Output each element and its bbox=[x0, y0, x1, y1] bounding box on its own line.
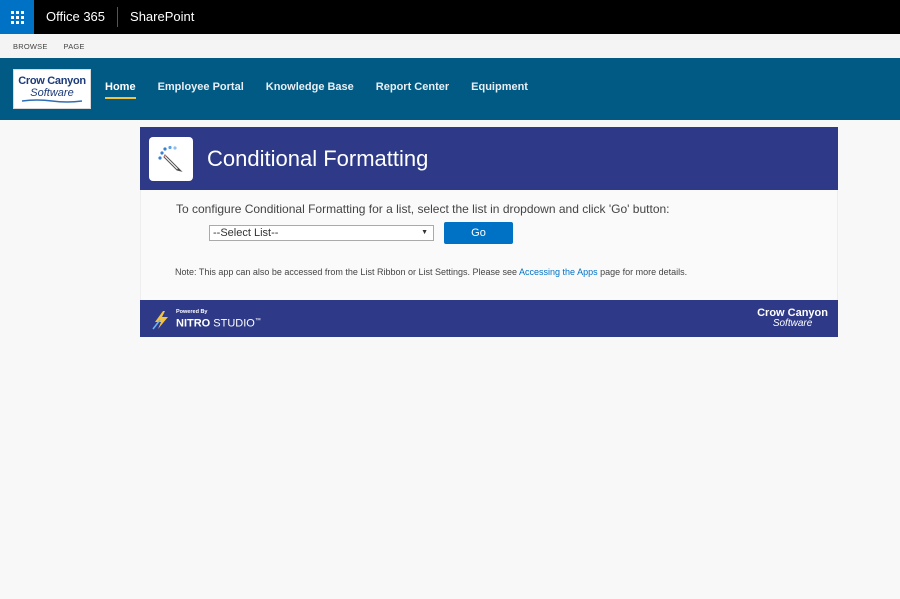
conditional-formatting-icon bbox=[149, 136, 193, 181]
waffle-icon bbox=[10, 10, 24, 24]
nav-home[interactable]: Home bbox=[105, 81, 136, 99]
list-select-dropdown[interactable]: --Select List-- ▼ bbox=[209, 225, 434, 241]
nav-employee-portal[interactable]: Employee Portal bbox=[158, 81, 244, 97]
nav-knowledge-base[interactable]: Knowledge Base bbox=[266, 81, 354, 97]
note-suffix: page for more details. bbox=[597, 267, 688, 277]
top-navigation-bar: Crow Canyon Software Home Employee Porta… bbox=[0, 58, 900, 120]
site-logo[interactable]: Crow Canyon Software bbox=[13, 69, 91, 109]
tab-browse[interactable]: BROWSE bbox=[13, 42, 48, 51]
nitro-bolt-icon bbox=[152, 310, 168, 330]
suite-bar: Office 365 SharePoint bbox=[0, 0, 900, 34]
footer-logo-line2: Software bbox=[772, 318, 813, 329]
app-panel: Conditional Formatting To configure Cond… bbox=[140, 127, 838, 337]
app-launcher-button[interactable] bbox=[0, 0, 34, 34]
nav-equipment[interactable]: Equipment bbox=[471, 81, 528, 97]
tab-page[interactable]: PAGE bbox=[64, 42, 85, 51]
accessing-apps-link[interactable]: Accessing the Apps bbox=[519, 267, 598, 277]
dropdown-arrow-icon: ▼ bbox=[421, 229, 428, 236]
logo-wave-icon bbox=[22, 99, 82, 103]
panel-body: To configure Conditional Formatting for … bbox=[140, 190, 838, 300]
panel-footer: Powered By NITRO STUDIO™ Crow Canyon Sof… bbox=[140, 300, 838, 337]
office365-link[interactable]: Office 365 bbox=[34, 7, 119, 27]
logo-line2: Software bbox=[30, 87, 74, 99]
note-prefix: Note: This app can also be accessed from… bbox=[175, 267, 520, 277]
select-value: --Select List-- bbox=[213, 227, 279, 239]
note-text: Note: This app can also be accessed from… bbox=[175, 267, 687, 277]
nitro-studio-label: NITRO STUDIO™ bbox=[176, 317, 261, 330]
footer-crow-canyon-logo: Crow Canyon Software bbox=[757, 308, 828, 329]
go-button[interactable]: Go bbox=[444, 222, 513, 244]
instruction-text: To configure Conditional Formatting for … bbox=[176, 202, 670, 216]
nitro-studio-badge: Powered By NITRO STUDIO™ bbox=[152, 309, 261, 330]
panel-header: Conditional Formatting bbox=[140, 127, 838, 190]
nav-report-center[interactable]: Report Center bbox=[376, 81, 449, 97]
page-title: Conditional Formatting bbox=[207, 145, 429, 171]
ribbon-tabs: BROWSE PAGE bbox=[0, 34, 900, 58]
sharepoint-link[interactable]: SharePoint bbox=[118, 7, 206, 27]
logo-line1: Crow Canyon bbox=[18, 75, 86, 87]
global-nav: Home Employee Portal Knowledge Base Repo… bbox=[105, 81, 550, 99]
